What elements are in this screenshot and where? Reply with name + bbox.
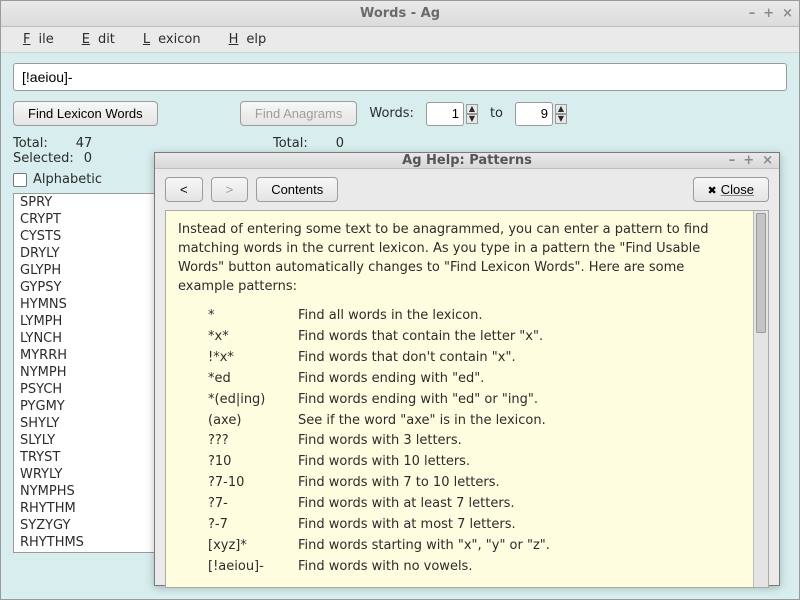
help-content: Instead of entering some text to be anag… [166,211,753,587]
description-cell: Find words with 10 letters. [298,452,550,473]
help-window: Ag Help: Patterns – + × < > Contents Clo… [154,152,780,586]
minimize-icon[interactable]: – [729,153,736,168]
alphabetic-checkbox[interactable] [13,173,27,187]
help-scrollbar[interactable] [753,211,768,587]
help-contents-button[interactable]: Contents [256,177,338,202]
menu-lexicon[interactable]: Lexicon [127,29,209,50]
description-cell: Find words ending with "ed". [298,369,550,390]
pattern-cell: * [208,306,298,327]
pattern-cell: (axe) [208,411,298,432]
table-row: [xyz]*Find words starting with "x", "y" … [208,536,550,557]
spinner-up-icon[interactable]: ▲ [555,104,567,114]
maximize-icon[interactable]: + [763,6,774,21]
pattern-cell: ??? [208,431,298,452]
total-value: 47 [76,136,93,151]
action-row: Find Lexicon Words Find Anagrams Words: … [13,101,787,126]
pattern-examples-table: *Find all words in the lexicon.*x*Find w… [208,306,550,577]
table-row: !*x*Find words that don't contain "x". [208,348,550,369]
selected-value: 0 [84,151,92,166]
help-titlebar: Ag Help: Patterns – + × [155,153,779,169]
words-from-input[interactable] [426,102,464,126]
help-window-title: Ag Help: Patterns [402,153,532,168]
find-anagrams-button[interactable]: Find Anagrams [240,101,357,126]
pattern-input[interactable] [13,63,787,91]
table-row: ???Find words with 3 letters. [208,431,550,452]
words-to-label: to [490,106,503,121]
pattern-cell: ?7-10 [208,473,298,494]
words-to-input[interactable] [515,102,553,126]
close-icon[interactable]: × [782,6,793,21]
table-row: *x*Find words that contain the letter "x… [208,327,550,348]
table-row: (axe)See if the word "axe" is in the lex… [208,411,550,432]
selected-label: Selected: [13,151,74,166]
description-cell: Find words starting with "x", "y" or "z"… [298,536,550,557]
alphabetic-label: Alphabetic [33,172,102,187]
pattern-cell: ?7- [208,494,298,515]
pattern-cell: *(ed|ing) [208,390,298,411]
table-row: ?10Find words with 10 letters. [208,452,550,473]
description-cell: Find words with 7 to 10 letters. [298,473,550,494]
pattern-cell: [!aeiou]- [208,557,298,578]
description-cell: Find words with no vowels. [298,557,550,578]
close-icon[interactable]: × [762,153,773,168]
spinner-down-icon[interactable]: ▼ [555,114,567,124]
description-cell: Find words with at most 7 letters. [298,515,550,536]
table-row: *(ed|ing)Find words ending with "ed" or … [208,390,550,411]
menubar: File Edit Lexicon Help [1,27,799,53]
description-cell: Find words with 3 letters. [298,431,550,452]
right-total-label: Total: [273,136,308,151]
words-from-spinner[interactable]: ▲▼ [426,102,478,126]
right-total-value: 0 [336,136,344,151]
description-cell: See if the word "axe" is in the lexicon. [298,411,550,432]
maximize-icon[interactable]: + [743,153,754,168]
pattern-cell: [xyz]* [208,536,298,557]
table-row: *Find all words in the lexicon. [208,306,550,327]
pattern-cell: ?-7 [208,515,298,536]
help-close-button[interactable]: Close [693,177,769,202]
spinner-down-icon[interactable]: ▼ [466,114,478,124]
pattern-cell: *ed [208,369,298,390]
menu-file[interactable]: File [7,29,62,50]
description-cell: Find words ending with "ed" or "ing". [298,390,550,411]
spinner-up-icon[interactable]: ▲ [466,104,478,114]
description-cell: Find words that don't contain "x". [298,348,550,369]
minimize-icon[interactable]: – [749,6,756,21]
table-row: ?-7Find words with at most 7 letters. [208,515,550,536]
pattern-cell: !*x* [208,348,298,369]
help-back-button[interactable]: < [165,177,203,202]
table-row: ?7-10Find words with 7 to 10 letters. [208,473,550,494]
total-label: Total: [13,136,48,151]
help-toolbar: < > Contents Close [155,169,779,210]
table-row: *edFind words ending with "ed". [208,369,550,390]
words-to-spinner[interactable]: ▲▼ [515,102,567,126]
menu-help[interactable]: Help [213,29,275,50]
description-cell: Find words with at least 7 letters. [298,494,550,515]
pattern-cell: ?10 [208,452,298,473]
description-cell: Find words that contain the letter "x". [298,327,550,348]
help-intro: Instead of entering some text to be anag… [178,221,741,296]
find-lexicon-words-button[interactable]: Find Lexicon Words [13,101,158,126]
scrollbar-thumb[interactable] [756,213,766,333]
window-title: Words - Ag [360,6,440,21]
words-label: Words: [369,106,414,121]
pattern-cell: *x* [208,327,298,348]
help-content-frame: Instead of entering some text to be anag… [165,210,769,588]
menu-edit[interactable]: Edit [66,29,123,50]
main-titlebar: Words - Ag – + × [1,1,799,27]
x-icon [708,182,721,197]
table-row: [!aeiou]-Find words with no vowels. [208,557,550,578]
description-cell: Find all words in the lexicon. [298,306,550,327]
table-row: ?7-Find words with at least 7 letters. [208,494,550,515]
help-forward-button[interactable]: > [211,177,249,202]
